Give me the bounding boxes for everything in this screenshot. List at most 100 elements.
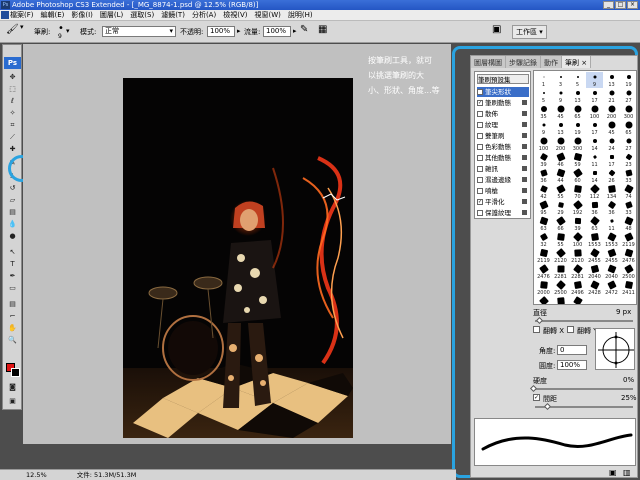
brush-tip-cell[interactable]: 44 <box>552 168 569 184</box>
brush-tip-cell[interactable]: 2455 <box>586 248 603 264</box>
brush-setting-item[interactable]: 雙筆刷 <box>477 131 529 141</box>
angle-input[interactable]: 0 <box>557 345 587 355</box>
brush-tip-cell[interactable]: 9 <box>586 72 603 88</box>
brush-setting-checkbox[interactable] <box>477 133 483 139</box>
brush-tip-cell[interactable]: 1 <box>535 72 552 88</box>
maximize-button[interactable]: □ <box>615 1 626 9</box>
brush-tip-cell[interactable]: 2339 <box>569 296 586 304</box>
tab-layer-comps[interactable]: 圖層構圖 <box>471 56 506 68</box>
blur-tool-icon[interactable]: 💧 <box>7 220 18 229</box>
brush-tip-cell[interactable]: 2120 <box>569 248 586 264</box>
brush-tip-cell[interactable]: 46 <box>552 152 569 168</box>
brush-tip-cell[interactable]: 2281 <box>569 264 586 280</box>
minimize-button[interactable]: _ <box>603 1 614 9</box>
brush-tip-cell[interactable]: 2040 <box>586 264 603 280</box>
lock-icon[interactable] <box>522 144 527 149</box>
lock-icon[interactable] <box>522 210 527 215</box>
roundness-input[interactable]: 100% <box>557 360 587 370</box>
screen-mode-icon[interactable]: ▣ <box>7 397 18 406</box>
brush-tip-cell[interactable]: 2000 <box>535 280 552 296</box>
brush-tip-cell[interactable]: 1553 <box>586 232 603 248</box>
brush-tip-cell[interactable]: 2496 <box>569 280 586 296</box>
opacity-slider-arrow[interactable]: ▸ <box>237 27 241 35</box>
brush-tip-cell[interactable]: 17 <box>586 88 603 104</box>
menu-layer[interactable]: 圖層(L) <box>100 10 123 20</box>
brush-tip-cell[interactable]: 27 <box>620 88 636 104</box>
brush-tip-cell[interactable]: 63 <box>586 216 603 232</box>
angle-roundness-widget[interactable] <box>595 328 635 370</box>
brush-tip-cell[interactable]: 33 <box>620 168 636 184</box>
go-to-bridge-icon[interactable]: ▣ <box>492 24 501 35</box>
menu-analysis[interactable]: 分析(A) <box>192 10 216 20</box>
palette-toggle-icon[interactable]: ▦ <box>318 24 327 35</box>
eraser-tool-icon[interactable]: ▱ <box>7 196 18 205</box>
slice-tool-icon[interactable]: ⟋ <box>7 133 18 142</box>
lock-icon[interactable] <box>522 155 527 160</box>
brush-tip-cell[interactable]: 29 <box>552 200 569 216</box>
lock-icon[interactable] <box>522 177 527 182</box>
menu-image[interactable]: 影像(I) <box>71 10 93 20</box>
menu-file[interactable]: 檔案(F) <box>10 10 34 20</box>
brush-tip-cell[interactable]: 14 <box>586 168 603 184</box>
brush-tip-cell[interactable]: 13 <box>569 88 586 104</box>
brush-tip-cell[interactable]: 2455 <box>603 248 620 264</box>
healing-brush-tool-icon[interactable]: ✚ <box>7 145 18 154</box>
brush-tip-cell[interactable]: 2500 <box>620 264 636 280</box>
brush-tip-grid[interactable]: 1 3 5 9 13 19 5 9 13 17 21 27 35 45 65 100 200 300 9 13 19 17… <box>533 70 637 305</box>
brush-tip-cell[interactable]: 17 <box>586 120 603 136</box>
lock-icon[interactable] <box>522 188 527 193</box>
eyedropper-tool-icon[interactable]: ⌐ <box>7 312 18 321</box>
brush-setting-checkbox[interactable] <box>477 166 483 172</box>
brush-picker-arrow[interactable]: ▾ <box>66 27 70 35</box>
menu-help[interactable]: 說明(H) <box>288 10 313 20</box>
brush-tip-cell[interactable]: 11 <box>603 216 620 232</box>
marquee-tool-icon[interactable]: ⬚ <box>7 85 18 94</box>
brush-setting-item[interactable]: 保護紋理 <box>477 208 529 218</box>
brush-tip-cell[interactable]: 95 <box>535 200 552 216</box>
document-canvas[interactable] <box>123 78 353 438</box>
flip-y-checkbox[interactable] <box>567 326 574 333</box>
brush-tip-cell[interactable]: 65 <box>620 120 636 136</box>
brush-setting-checkbox[interactable] <box>477 122 483 128</box>
brush-tip-cell[interactable]: 63 <box>535 216 552 232</box>
brush-setting-item[interactable]: 濕邊邊緣 <box>477 175 529 185</box>
tab-actions[interactable]: 動作 <box>541 56 562 68</box>
background-color-swatch[interactable] <box>11 368 20 377</box>
brush-tip-cell[interactable]: 2500 <box>552 296 569 304</box>
brush-tip-cell[interactable]: 55 <box>552 232 569 248</box>
brush-tip-cell[interactable]: 2500 <box>535 296 552 304</box>
brush-setting-checkbox[interactable] <box>477 111 483 117</box>
brush-tip-cell[interactable]: 32 <box>535 232 552 248</box>
brush-tip-cell[interactable]: 200 <box>603 104 620 120</box>
brush-tip-cell[interactable]: 2120 <box>552 248 569 264</box>
brush-setting-checkbox[interactable]: ✓ <box>477 100 483 106</box>
brush-setting-checkbox[interactable] <box>477 155 483 161</box>
lock-icon[interactable] <box>522 166 527 171</box>
flow-slider-arrow[interactable]: ▸ <box>293 27 297 35</box>
tab-brushes[interactable]: 筆刷 × <box>562 56 592 68</box>
menu-filter[interactable]: 濾鏡(T) <box>161 10 185 20</box>
brush-setting-checkbox[interactable] <box>477 89 483 95</box>
brush-tip-cell[interactable]: 66 <box>552 216 569 232</box>
quick-mask-icon[interactable]: ◙ <box>7 383 18 392</box>
brush-tip-cell[interactable]: 45 <box>603 120 620 136</box>
brush-tip-cell[interactable]: 134 <box>603 184 620 200</box>
close-button[interactable]: × <box>627 1 638 9</box>
brush-tip-cell[interactable]: 2119 <box>620 232 636 248</box>
brush-tip-cell[interactable]: 11 <box>586 152 603 168</box>
brush-setting-checkbox[interactable]: ✓ <box>477 199 483 205</box>
spacing-slider-knob[interactable] <box>543 402 552 411</box>
brush-tip-cell[interactable]: 13 <box>603 72 620 88</box>
menu-window[interactable]: 視窗(W) <box>254 10 280 20</box>
brush-tip-cell[interactable]: 300 <box>569 136 586 152</box>
dodge-tool-icon[interactable]: ● <box>7 232 18 241</box>
brush-tip-cell[interactable]: 60 <box>569 168 586 184</box>
magic-wand-tool-icon[interactable]: ✧ <box>7 109 18 118</box>
airbrush-icon[interactable]: ✎ <box>300 24 308 35</box>
type-tool-icon[interactable]: T <box>7 260 18 269</box>
brush-setting-item[interactable]: 散佈 <box>477 109 529 119</box>
brush-tip-cell[interactable]: 2472 <box>603 280 620 296</box>
hand-tool-icon[interactable]: ✋ <box>7 324 18 333</box>
brush-setting-item[interactable]: ✓ 平滑化 <box>477 197 529 207</box>
menu-edit[interactable]: 編輯(E) <box>41 10 65 20</box>
